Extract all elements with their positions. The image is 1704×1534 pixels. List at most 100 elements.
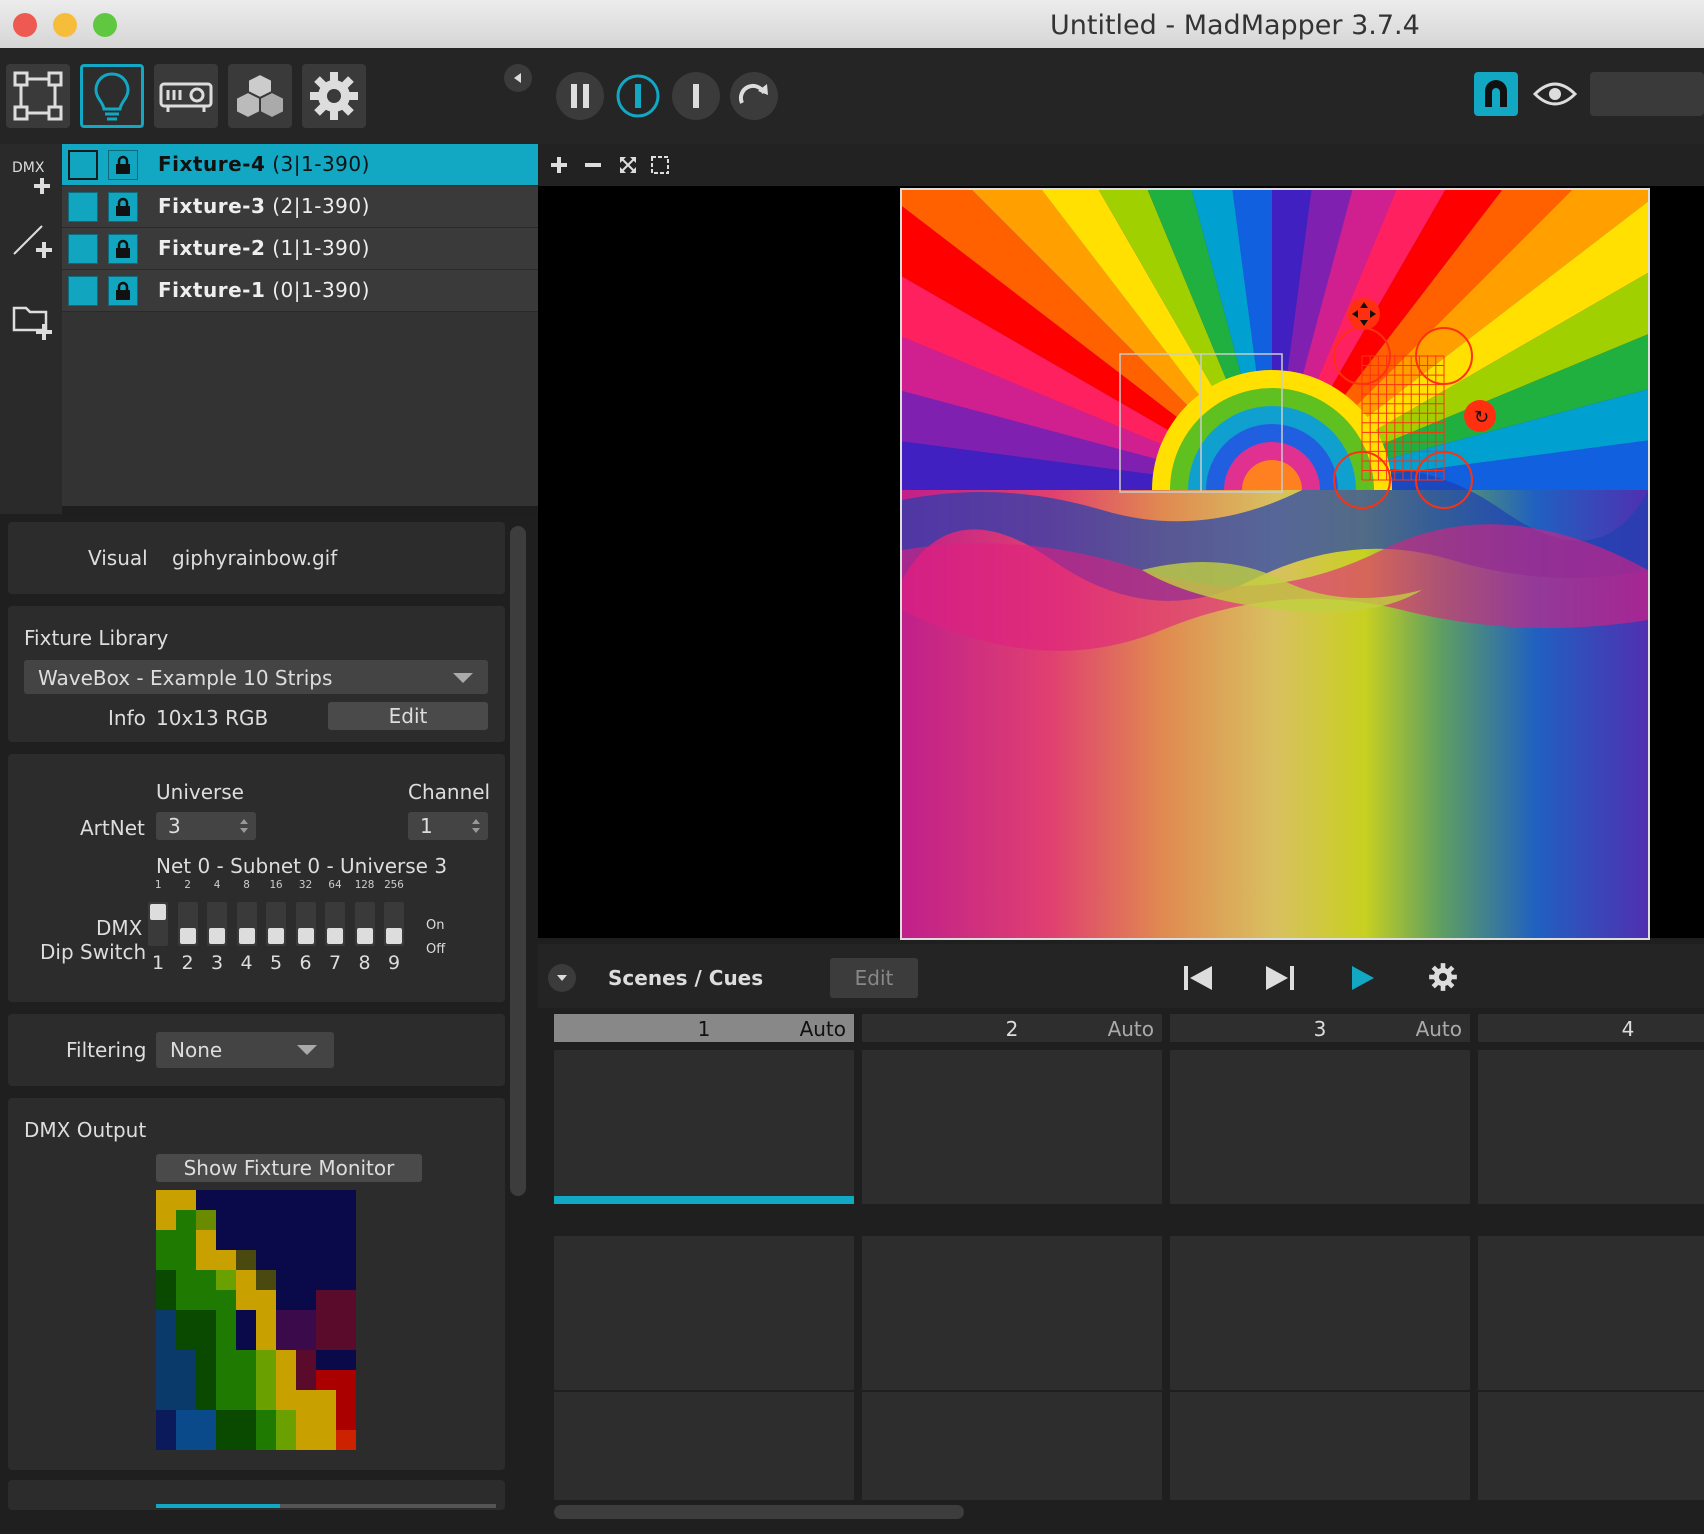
visibility-checkbox[interactable] (68, 276, 98, 306)
skip-forward-icon[interactable] (1264, 964, 1296, 992)
channel-stepper[interactable]: 1 (408, 812, 488, 840)
scene-column-header[interactable]: 1 Auto (554, 1014, 854, 1042)
fixture-row[interactable]: Fixture-4 (3|1-390) (62, 144, 538, 186)
dip-switch[interactable] (266, 902, 286, 946)
fixture-mode-button[interactable] (80, 64, 144, 128)
collapse-scenes-button[interactable] (548, 964, 576, 992)
collapse-panel-button[interactable] (504, 64, 532, 92)
scene-column-header[interactable]: 2 Auto (862, 1014, 1162, 1042)
dip-number-label: 9 (387, 952, 401, 974)
close-button[interactable] (13, 13, 37, 37)
tab-indicator (156, 1504, 280, 1508)
universe-stepper[interactable]: 3 (156, 812, 256, 840)
toolbar-field[interactable] (1590, 72, 1704, 116)
dip-value-label: 32 (298, 878, 313, 891)
visibility-checkbox[interactable] (68, 234, 98, 264)
fit-view-icon[interactable] (618, 155, 638, 175)
fixture-row[interactable]: Fixture-2 (1|1-390) (62, 228, 538, 270)
edit-fixture-button[interactable]: Edit (328, 702, 488, 730)
dip-switch[interactable] (236, 902, 257, 946)
fixture-row[interactable]: Fixture-3 (2|1-390) (62, 186, 538, 228)
cue-cell[interactable] (1170, 1236, 1470, 1390)
minimize-button[interactable] (53, 13, 77, 37)
cue-cell[interactable] (862, 1392, 1162, 1500)
properties-scrollbar[interactable] (510, 526, 526, 1196)
dip-switch-knob (356, 928, 373, 944)
cue-cell[interactable] (554, 1392, 854, 1500)
dip-number-label: 4 (240, 952, 253, 974)
scene-mode: Auto (1415, 1017, 1462, 1041)
dip-switch[interactable] (325, 902, 345, 946)
cue-cell[interactable] (862, 1236, 1162, 1390)
cue-cell[interactable] (1478, 1236, 1704, 1390)
filtering-select[interactable]: None (156, 1032, 334, 1068)
dip-switch[interactable] (207, 902, 227, 946)
info-value: 10x13 RGB (156, 706, 269, 730)
lock-icon[interactable] (108, 234, 138, 264)
maximize-button[interactable] (93, 13, 117, 37)
dmx-dip-label: DMX (96, 916, 143, 940)
next-section (8, 1480, 505, 1510)
window-title: Untitled - MadMapper 3.7.4 (1050, 10, 1420, 41)
lock-icon[interactable] (108, 150, 138, 180)
visual-value[interactable]: giphyrainbow.gif (172, 546, 337, 570)
loop-button[interactable] (730, 72, 778, 120)
dip-switch[interactable] (384, 902, 404, 946)
scene-column-header[interactable]: 3 Auto (1170, 1014, 1470, 1042)
dip-switch[interactable] (148, 902, 168, 946)
dip-switch-knob (238, 928, 255, 944)
zoom-in-icon[interactable] (550, 156, 568, 174)
dip-switch[interactable] (295, 902, 316, 946)
fixture-library-section: Fixture Library WaveBox - Example 10 Str… (8, 606, 505, 742)
preview-eye-button[interactable] (1528, 72, 1582, 116)
scenes-edit-button[interactable]: Edit (830, 958, 918, 998)
dip-value-label: 256 (384, 878, 404, 891)
projector-button[interactable] (154, 64, 218, 128)
surface-mode-icon (13, 71, 63, 121)
cubes-button[interactable] (228, 64, 292, 128)
fixture-name-label: Fixture-1 (0|1-390) (158, 278, 370, 302)
settings-button[interactable] (302, 64, 366, 128)
cue-cell[interactable] (554, 1050, 854, 1204)
zoom-out-icon[interactable] (584, 156, 602, 174)
scene-column-header[interactable]: 4 (1478, 1014, 1704, 1042)
surface-mode-button[interactable] (6, 64, 70, 128)
stop-button[interactable] (672, 72, 720, 120)
filtering-value: None (170, 1038, 223, 1062)
dip-switch[interactable] (177, 902, 198, 946)
triangle-down-icon (557, 975, 567, 981)
stepper-arrows-icon[interactable] (470, 816, 482, 836)
cue-cell[interactable] (1170, 1050, 1470, 1204)
lock-icon[interactable] (108, 192, 138, 222)
net-subnet-text: Net 0 - Subnet 0 - Universe 3 (156, 854, 448, 878)
cue-cell[interactable] (554, 1236, 854, 1390)
scenes-gear-icon[interactable] (1428, 962, 1458, 992)
show-fixture-monitor-button[interactable]: Show Fixture Monitor (156, 1154, 422, 1182)
fixture-name-label: Fixture-3 (2|1-390) (158, 194, 370, 218)
dip-switch[interactable] (354, 902, 375, 946)
cue-cell[interactable] (1170, 1392, 1470, 1500)
visibility-checkbox[interactable] (68, 192, 98, 222)
fixture-library-select[interactable]: WaveBox - Example 10 Strips (24, 660, 488, 694)
fixture-row[interactable]: Fixture-1 (0|1-390) (62, 270, 538, 312)
filtering-section: Filtering None (8, 1014, 505, 1086)
play-scene-icon[interactable] (1350, 964, 1376, 992)
add-folder-icon[interactable] (12, 300, 56, 342)
stepper-arrows-icon[interactable] (238, 816, 250, 836)
cue-cell[interactable] (1478, 1392, 1704, 1500)
cue-cell[interactable] (1478, 1050, 1704, 1204)
dip-switch-knob (268, 928, 284, 944)
add-line-icon[interactable] (12, 220, 56, 264)
scenes-scrollbar[interactable] (554, 1505, 964, 1519)
skip-back-icon[interactable] (1182, 964, 1214, 992)
projector-icon (159, 82, 213, 112)
play-button[interactable] (614, 72, 662, 120)
pause-button[interactable] (556, 72, 604, 120)
magnet-toggle-button[interactable] (1474, 72, 1518, 116)
visibility-checkbox[interactable] (68, 150, 98, 180)
fullscreen-icon[interactable] (650, 155, 670, 175)
visual-preview[interactable]: ↻ (900, 188, 1650, 940)
lock-icon[interactable] (108, 276, 138, 306)
add-dmx-icon[interactable] (32, 176, 52, 196)
cue-cell[interactable] (862, 1050, 1162, 1204)
